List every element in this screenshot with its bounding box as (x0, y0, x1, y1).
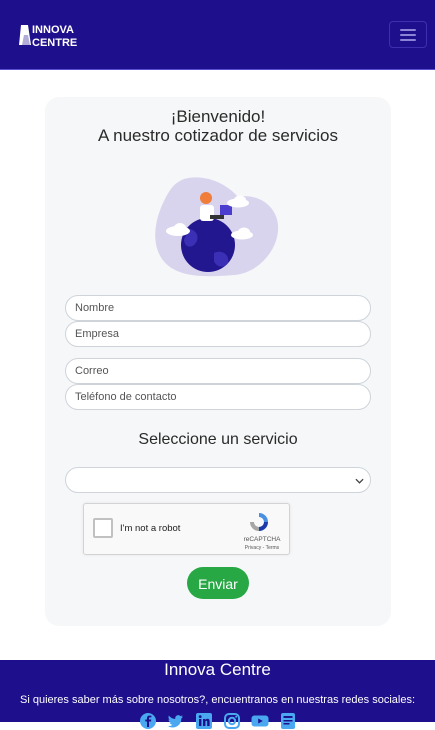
linkedin-icon[interactable] (195, 712, 213, 730)
submit-button[interactable]: Enviar (187, 567, 249, 599)
navbar: INNOVA CENTRE (0, 0, 435, 70)
recaptcha-label: I'm not a robot (120, 523, 181, 534)
svg-text:INNOVA: INNOVA (32, 24, 74, 36)
instagram-icon[interactable] (223, 712, 241, 730)
recaptcha-brand: reCAPTCHA (243, 536, 281, 543)
hamburger-icon (400, 28, 416, 31)
recaptcha-icon (250, 513, 268, 531)
recaptcha-widget: I'm not a robot reCAPTCHA Privacy - Term… (83, 503, 290, 555)
recaptcha-terms-link[interactable]: Terms (266, 545, 280, 551)
recaptcha-links: Privacy - Terms (244, 545, 280, 551)
innova-centre-logo[interactable]: INNOVA CENTRE (19, 21, 91, 49)
youtube-icon[interactable] (251, 712, 269, 730)
social-links (0, 712, 435, 730)
welcome-heading: ¡Bienvenido! A nuestro cotizador de serv… (45, 107, 391, 145)
twitter-icon[interactable] (167, 712, 185, 730)
empresa-input[interactable] (65, 321, 371, 347)
svg-text:CENTRE: CENTRE (32, 37, 77, 49)
footer-title: Innova Centre (164, 660, 271, 679)
quote-form-card: ¡Bienvenido! A nuestro cotizador de serv… (45, 97, 391, 626)
globe-illustration (155, 177, 279, 277)
welcome-title: ¡Bienvenido! (170, 107, 266, 126)
nombre-input[interactable] (65, 295, 371, 321)
correo-input[interactable] (65, 358, 371, 384)
chevron-down-icon (355, 478, 364, 484)
welcome-subtitle: A nuestro cotizador de servicios (97, 126, 338, 145)
recaptcha-checkbox[interactable] (93, 518, 113, 538)
menu-toggle-button[interactable] (389, 21, 427, 48)
service-heading: Seleccione un servicio (138, 431, 298, 448)
service-select[interactable] (65, 467, 371, 493)
footer: Innova Centre Si quieres saber más sobre… (0, 660, 435, 729)
telefono-input[interactable] (65, 384, 371, 410)
recaptcha-privacy-link[interactable]: Privacy (245, 545, 261, 551)
blog-icon[interactable] (279, 712, 297, 730)
footer-text: Si quieres saber más sobre nosotros?, en… (20, 694, 415, 706)
facebook-icon[interactable] (139, 712, 157, 730)
